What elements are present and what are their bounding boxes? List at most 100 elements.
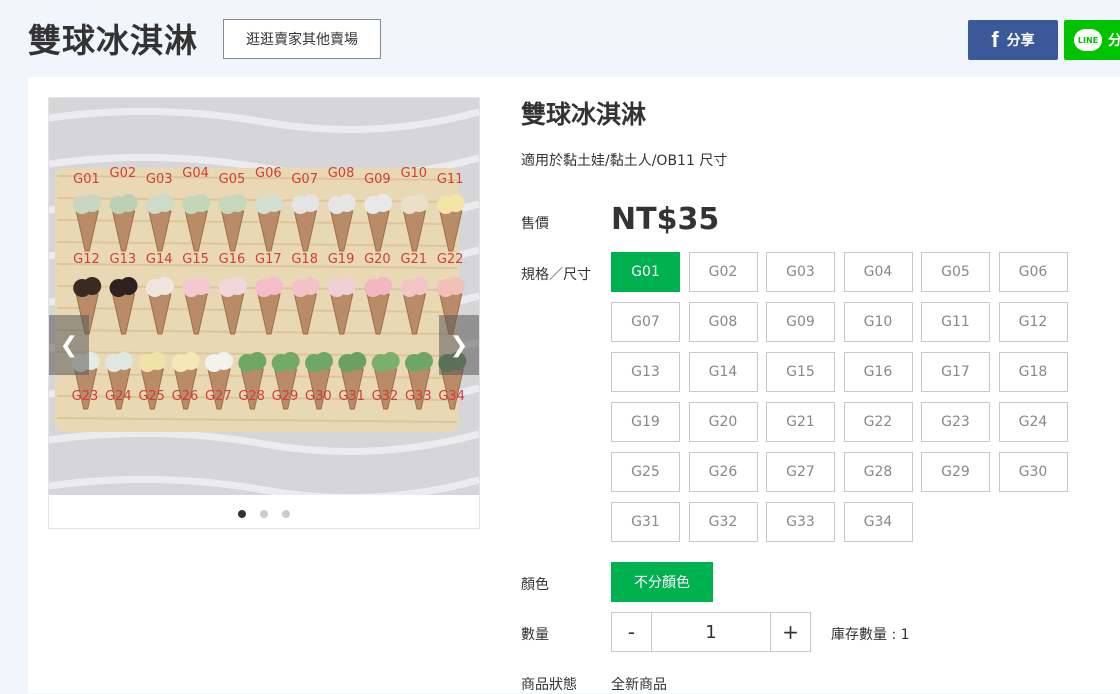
photo-label: G11 [437,172,464,187]
spec-option-g22[interactable]: G22 [843,402,913,442]
spec-option-g27[interactable]: G27 [766,452,835,492]
gallery-dots [49,506,479,522]
photo-label: G24 [105,389,132,404]
spec-option-g20[interactable]: G20 [688,402,758,442]
quantity-stepper: - + [611,612,811,652]
product-description: 適用於黏土娃/黏土人/OB11 尺寸 [521,153,728,169]
spec-option-g18[interactable]: G18 [998,352,1068,392]
spec-option-g05[interactable]: G05 [921,252,990,292]
spec-option-g14[interactable]: G14 [688,352,758,392]
scoop [265,194,283,212]
photo-label: G14 [146,252,173,267]
line-share-button[interactable]: LINE 分 [1064,20,1120,60]
gallery-dot[interactable] [282,510,290,518]
photo-label: G32 [372,389,399,404]
price-value: NT$35 [611,202,720,237]
scoop [337,194,356,212]
scoop [265,277,283,295]
facebook-share-button[interactable]: f 分享 [968,20,1058,60]
scoop [301,277,320,295]
scoop [410,277,429,295]
spec-option-g33[interactable]: G33 [766,502,835,542]
photo-label: G29 [272,389,299,404]
spec-option-g25[interactable]: G25 [611,452,680,492]
spec-option-g09[interactable]: G09 [766,302,835,342]
spec-option-g15[interactable]: G15 [766,352,835,392]
spec-option-g34[interactable]: G34 [843,502,913,542]
quantity-increase-button[interactable]: + [770,613,810,651]
spec-option-g01[interactable]: G01 [611,252,680,292]
chevron-left-icon: ❮ [59,332,79,358]
spec-option-g11[interactable]: G11 [921,302,990,342]
photo-label: G04 [182,166,209,181]
quantity-decrease-button[interactable]: - [612,613,652,651]
spec-option-g06[interactable]: G06 [998,252,1068,292]
scoop [181,352,200,370]
scoop [148,352,167,370]
photo-label: G13 [110,252,137,267]
spec-option-g16[interactable]: G16 [843,352,913,392]
spec-option-g19[interactable]: G19 [611,402,680,442]
spec-option-g04[interactable]: G04 [843,252,913,292]
gallery-next-button[interactable]: ❯ [439,315,479,375]
scoop [83,194,102,212]
spec-option-g13[interactable]: G13 [611,352,680,392]
status-label: 商品狀態 [521,677,577,693]
spec-option-g03[interactable]: G03 [766,252,835,292]
price-label: 售價 [521,216,549,232]
scoop [192,194,211,212]
photo-label: G01 [73,172,100,187]
store-title: 雙球冰淇淋 [28,21,198,60]
spec-option-g02[interactable]: G02 [688,252,758,292]
spec-option-g08[interactable]: G08 [688,302,758,342]
photo-label: G20 [364,252,391,267]
photo-label: G05 [219,172,246,187]
scoop [337,277,356,295]
scoop [374,194,393,212]
photo-label: G31 [338,389,365,404]
scoop [248,352,267,370]
photo-label: G27 [205,389,232,404]
scoop [410,194,429,212]
scoop [155,194,174,212]
scoop [215,352,233,370]
browse-other-listings-button[interactable]: 逛逛賣家其他賣場 [223,19,381,59]
spec-option-g23[interactable]: G23 [921,402,990,442]
facebook-share-label: 分享 [1006,33,1035,49]
spec-option-g28[interactable]: G28 [843,452,913,492]
spec-option-g29[interactable]: G29 [921,452,990,492]
spec-option-g07[interactable]: G07 [611,302,680,342]
color-option-button[interactable]: 不分顏色 [611,562,713,602]
spec-option-g31[interactable]: G31 [611,502,680,542]
scoop [228,194,247,212]
spec-option-g30[interactable]: G30 [998,452,1068,492]
spec-option-g26[interactable]: G26 [688,452,758,492]
scoop [301,194,320,212]
gallery-dot[interactable] [238,510,246,518]
product-photo[interactable]: G01 G02 G03 G04 G05 G06 G07 G08 G09 G10 G11 G12 G13 G… [49,98,479,495]
spec-option-g17[interactable]: G17 [921,352,990,392]
scoop [381,352,400,370]
scoop [374,277,393,295]
photo-label: G23 [72,389,99,404]
spec-option-g21[interactable]: G21 [766,402,835,442]
scoop [446,277,465,295]
photo-label: G25 [138,389,165,404]
gallery-prev-button[interactable]: ❮ [49,315,89,375]
photo-label: G21 [400,252,427,267]
spec-option-g32[interactable]: G32 [688,502,758,542]
photo-label: G34 [438,389,465,404]
scoop [281,352,300,370]
quantity-label: 數量 [521,627,549,643]
spec-option-g12[interactable]: G12 [998,302,1068,342]
line-icon: LINE [1074,29,1102,51]
scoop [315,352,333,370]
photo-label: G15 [182,252,209,267]
quantity-input[interactable] [652,613,770,651]
scoop [83,277,102,295]
photo-label: G08 [328,166,355,181]
spec-option-g24[interactable]: G24 [998,402,1068,442]
gallery-dot[interactable] [260,510,268,518]
spec-option-g10[interactable]: G10 [843,302,913,342]
photo-label: G16 [219,252,246,267]
